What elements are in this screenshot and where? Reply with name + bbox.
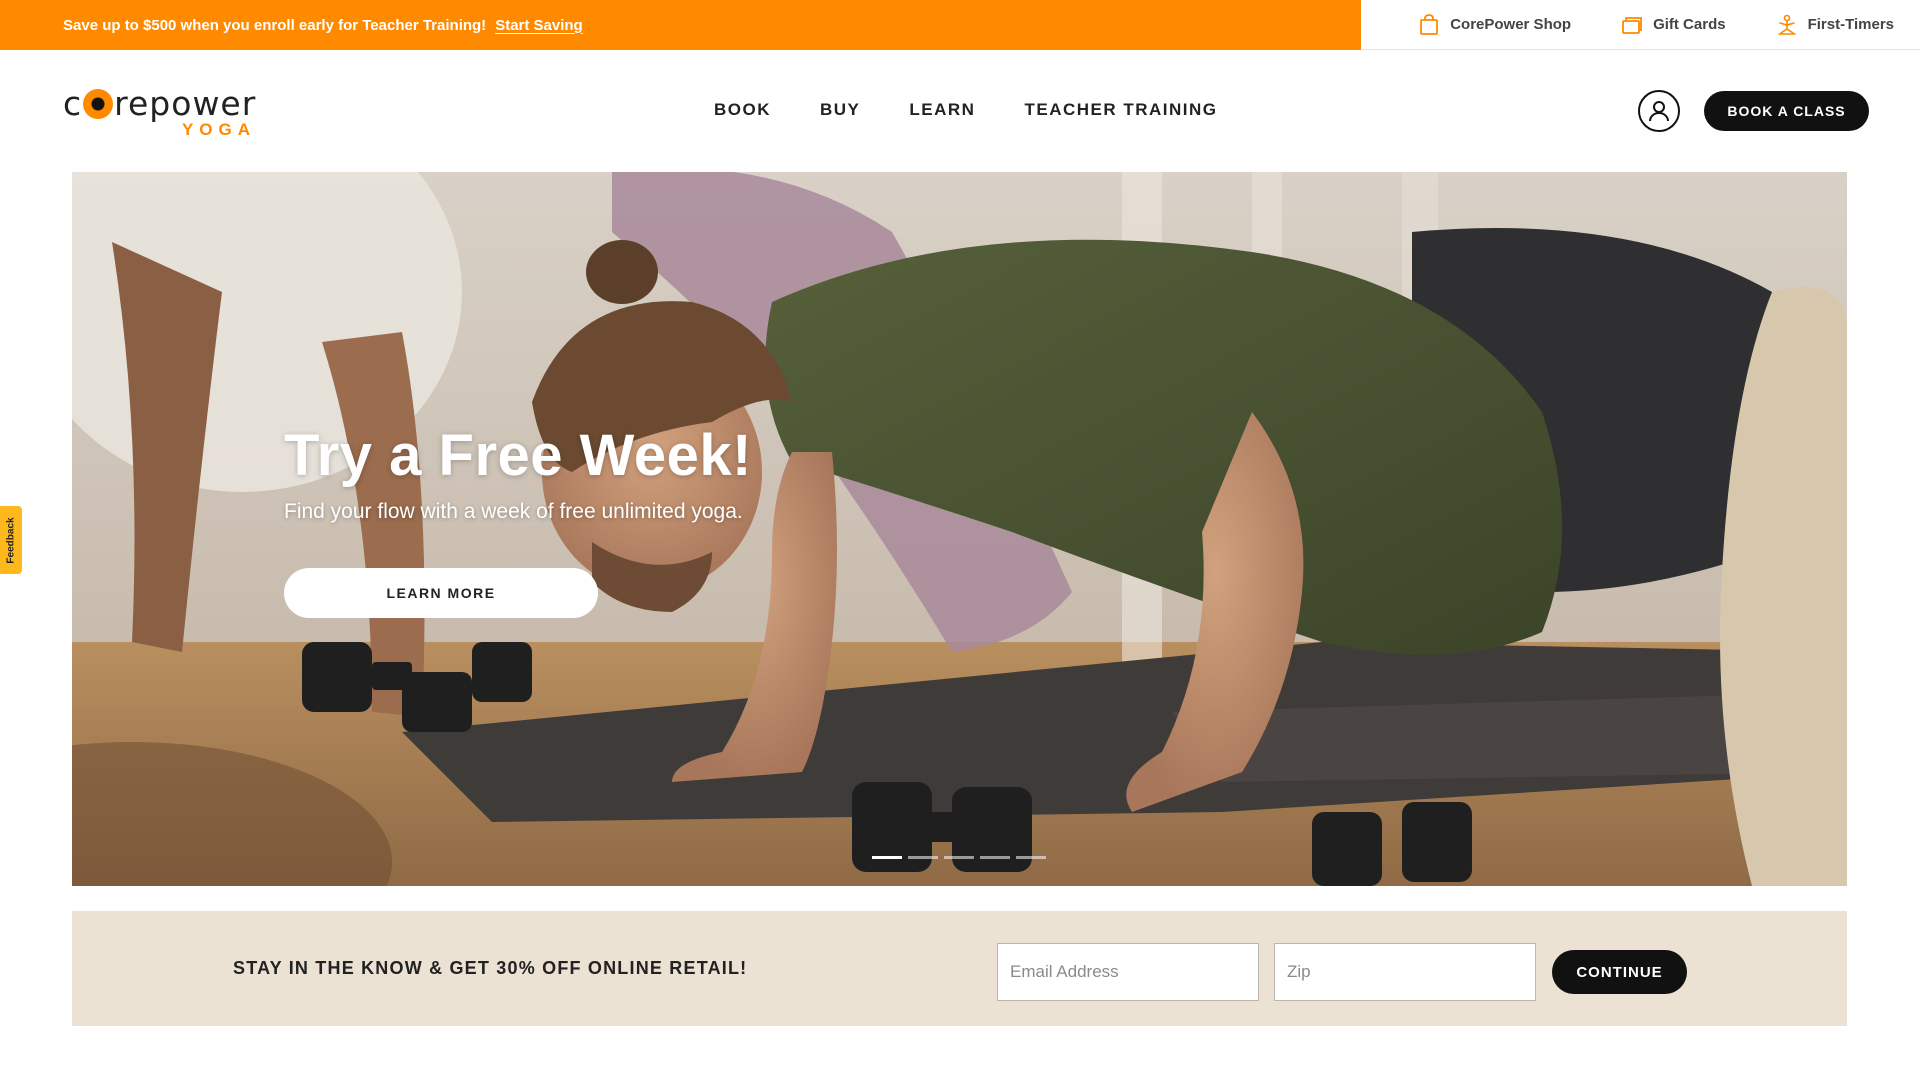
top-bar: Save up to $500 when you enroll early fo… xyxy=(0,0,1920,50)
yoga-pose-icon xyxy=(1777,14,1796,35)
email-field[interactable] xyxy=(997,943,1259,1001)
nav-learn[interactable]: LEARN xyxy=(909,100,975,120)
carousel-dot-2[interactable] xyxy=(908,856,938,859)
hero-banner: Try a Free Week! Find your flow with a w… xyxy=(72,172,1847,886)
user-icon xyxy=(1649,101,1669,122)
logo-wordmark: c repower xyxy=(63,84,257,123)
gift-card-icon xyxy=(1622,16,1642,34)
logo-word-text: repower xyxy=(114,84,257,123)
site-header: c repower YOGA BOOK BUY LEARN TEACHER TRA… xyxy=(0,50,1920,172)
carousel-indicators xyxy=(872,856,1052,859)
zip-field[interactable] xyxy=(1274,943,1536,1001)
corepower-shop-label: CorePower Shop xyxy=(1450,16,1572,33)
newsletter-text: STAY IN THE KNOW & GET 30% OFF ONLINE RE… xyxy=(233,958,748,978)
carousel-dot-1[interactable] xyxy=(872,856,902,859)
shopping-bag-icon xyxy=(1420,13,1439,35)
nav-book[interactable]: BOOK xyxy=(714,100,771,120)
feedback-label: Feedback xyxy=(5,516,17,564)
hero-photo xyxy=(72,172,1847,886)
main-nav: BOOK BUY LEARN TEACHER TRAINING xyxy=(714,100,1267,120)
utility-nav: CorePower Shop Gift Cards First-Timers xyxy=(1361,0,1920,50)
feedback-tab[interactable]: Feedback xyxy=(0,506,22,574)
first-timers-label: First-Timers xyxy=(1807,16,1894,33)
carousel-dot-4[interactable] xyxy=(980,856,1010,859)
gift-cards-link[interactable]: Gift Cards xyxy=(1621,15,1726,35)
first-timers-link[interactable]: First-Timers xyxy=(1776,14,1894,36)
hero-subtitle: Find your flow with a week of free unlim… xyxy=(284,500,743,523)
nav-buy[interactable]: BUY xyxy=(820,100,860,120)
newsletter-signup: STAY IN THE KNOW & GET 30% OFF ONLINE RE… xyxy=(72,911,1847,1026)
continue-button[interactable]: CONTINUE xyxy=(1552,950,1687,994)
logo-subtext: YOGA xyxy=(181,120,256,139)
hero-title: Try a Free Week! xyxy=(284,423,752,488)
carousel-dot-5[interactable] xyxy=(1016,856,1046,859)
corepower-shop-link[interactable]: CorePower Shop xyxy=(1418,13,1572,36)
promo-message: Save up to $500 when you enroll early fo… xyxy=(63,16,487,34)
learn-more-button[interactable]: LEARN MORE xyxy=(284,568,598,618)
nav-teacher-training[interactable]: TEACHER TRAINING xyxy=(1024,100,1217,120)
logo-ring-icon xyxy=(83,89,114,119)
carousel-dot-3[interactable] xyxy=(944,856,974,859)
corepower-yoga-logo[interactable]: c repower YOGA xyxy=(63,84,258,140)
promo-banner: Save up to $500 when you enroll early fo… xyxy=(0,0,1361,50)
start-saving-link[interactable]: Start Saving xyxy=(495,17,583,34)
account-button[interactable] xyxy=(1638,90,1680,132)
book-a-class-button[interactable]: BOOK A CLASS xyxy=(1704,91,1869,131)
gift-cards-label: Gift Cards xyxy=(1653,16,1726,33)
